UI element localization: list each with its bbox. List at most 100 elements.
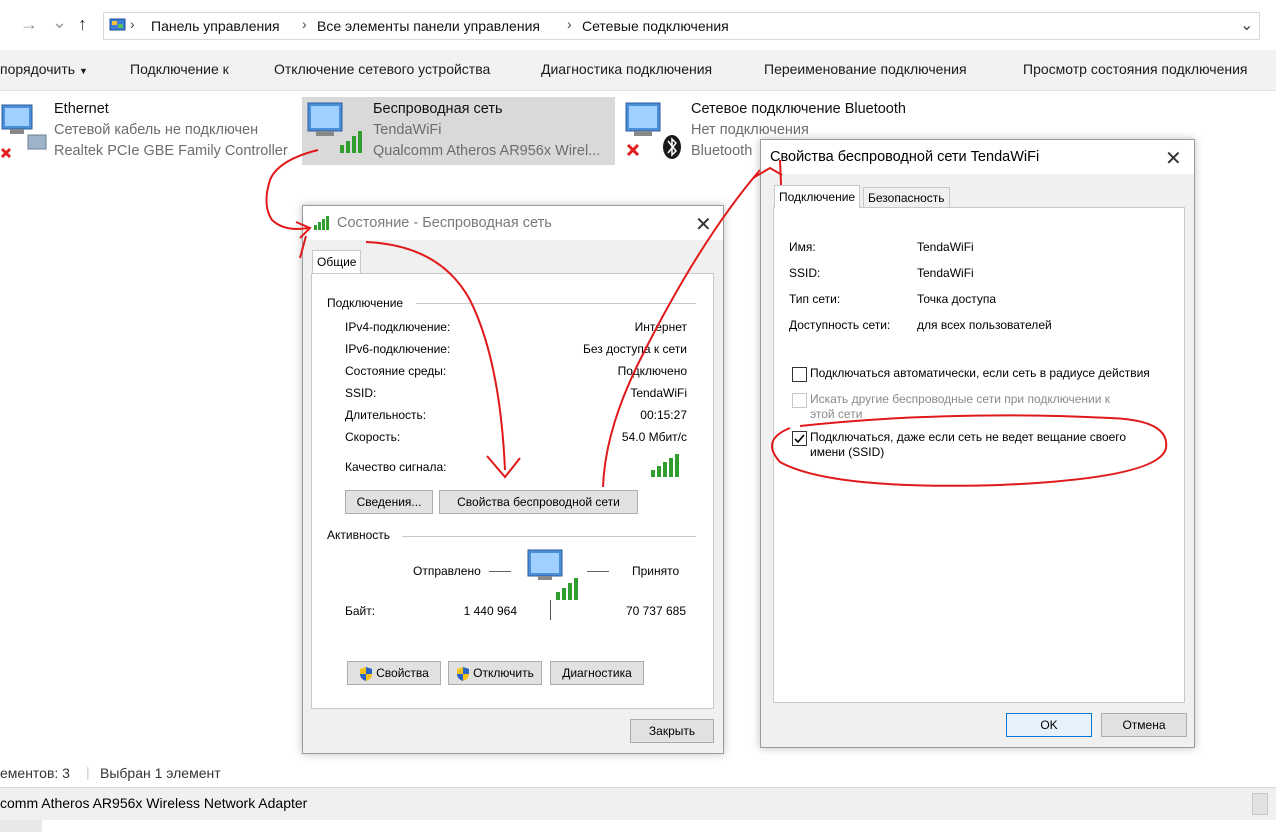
search-other-label-2: этой сети [810,407,863,421]
ipv6-value: Без доступа к сети [583,342,687,356]
signal-bars-icon [651,454,679,477]
control-panel-icon [109,18,126,31]
diagnose-connection-button[interactable]: Диагностика подключения [541,61,712,77]
selection-count: Выбран 1 элемент [100,765,221,781]
connection-panel: Имя: TendaWiFi SSID: TendaWiFi Тип сети:… [773,207,1185,703]
connection-item-ethernet[interactable]: Ethernet Сетевой кабель не подключен Rea… [0,97,290,165]
dialog-titlebar[interactable]: Свойства беспроводной сети TendaWiFi ✕ [761,140,1194,174]
item-count: ементов: 3 [0,765,70,781]
cancel-button[interactable]: Отмена [1101,713,1187,737]
ssid-value: TendaWiFi [630,386,687,400]
properties-button-label: Свойства [376,666,429,680]
close-button[interactable]: Закрыть [630,719,714,743]
dialog-titlebar[interactable]: Состояние - Беспроводная сеть ✕ [303,206,723,240]
media-state-label: Состояние среды: [345,364,447,378]
dialog-title: Состояние - Беспроводная сеть [337,215,552,231]
connection-device: Bluetooth [691,143,753,159]
connection-device: Qualcomm Atheros AR956x Wirel... [373,143,601,159]
divider [416,303,696,304]
ssid-value: TendaWiFi [917,266,974,280]
bytes-received-value: 70 737 685 [625,604,686,618]
properties-button[interactable]: Свойства [347,661,441,685]
breadcrumb-network-connections[interactable]: Сетевые подключения [582,18,729,34]
wireless-properties-button[interactable]: Свойства беспроводной сети [439,490,638,514]
auto-connect-label: Подключаться автоматически, если сеть в … [810,366,1150,380]
tab-security[interactable]: Безопасность [863,187,950,208]
connection-name: Беспроводная сеть [373,101,503,117]
duration-value: 00:15:27 [640,408,687,422]
connection-status: TendaWiFi [373,122,442,138]
ipv6-label: IPv6-подключение: [345,342,451,356]
disable-device-button[interactable]: Отключение сетевого устройства [274,61,490,77]
media-state-value: Подключено [617,364,687,378]
wireless-adapter-icon [307,102,362,153]
activity-section-header: Активность [327,528,391,542]
diagnose-button[interactable]: Диагностика [550,661,644,685]
name-label: Имя: [789,240,816,254]
auto-connect-checkbox[interactable] [792,367,807,382]
tab-general[interactable]: Общие [312,250,362,273]
close-icon[interactable]: ✕ [695,212,712,237]
view-status-button[interactable]: Просмотр состояния подключения [1023,61,1248,77]
disable-button[interactable]: Отключить [448,661,542,685]
rename-connection-button[interactable]: Переименование подключения [764,61,967,77]
uac-shield-icon [457,666,470,681]
connection-device: Realtek PCIe GBE Family Controller [54,143,288,159]
selected-device-name: comm Atheros AR956x Wireless Network Ada… [0,795,308,811]
dropdown-caret-icon: ▼ [78,66,88,76]
ipv4-label: IPv4-подключение: [345,320,451,334]
breadcrumb-separator: › [302,16,307,32]
command-bar: порядочить ▼ Подключение к Отключение се… [0,50,1276,91]
ssid-label: SSID: [789,266,821,280]
general-panel: Подключение IPv4-подключение: Интернет I… [311,273,714,709]
background-strip [0,820,42,832]
up-arrow-icon[interactable]: ↑ [78,14,87,35]
status-dialog: Состояние - Беспроводная сеть ✕ Общие По… [302,205,724,754]
name-value: TendaWiFi [917,240,974,254]
disable-button-label: Отключить [473,666,534,680]
ethernet-adapter-icon [0,104,47,159]
close-icon[interactable]: ✕ [1165,146,1182,171]
connection-item-wireless[interactable]: Беспроводная сеть TendaWiFi Qualcomm Ath… [302,97,615,165]
connection-name: Сетевое подключение Bluetooth [691,101,906,117]
connect-to-button[interactable]: Подключение к [130,61,229,77]
availability-value: для всех пользователей [917,318,1052,332]
speed-label: Скорость: [345,430,401,444]
signal-strength-icon [314,216,329,230]
details-bar: comm Atheros AR956x Wireless Network Ada… [0,787,1276,820]
forward-arrow-icon[interactable]: → [20,14,38,35]
connection-name: Ethernet [54,101,109,117]
connect-hidden-label-2: имени (SSID) [810,445,885,459]
ok-button[interactable]: OK [1006,713,1092,737]
scrollbar[interactable] [1252,793,1268,815]
breadcrumb-all-items[interactable]: Все элементы панели управления [317,18,540,34]
connection-status: Нет подключения [691,122,809,138]
ipv4-value: Интернет [634,320,687,334]
status-bar: ементов: 3 | Выбран 1 элемент [0,762,1276,786]
connect-hidden-ssid-checkbox[interactable] [792,431,807,446]
organize-button[interactable]: порядочить ▼ [0,61,88,77]
address-field[interactable]: › Панель управления › Все элементы панел… [103,12,1260,40]
details-button[interactable]: Сведения... [345,490,433,514]
checkmark-icon [794,434,805,444]
connect-hidden-label: Подключаться, даже если сеть не ведет ве… [810,430,1127,444]
search-other-networks-checkbox[interactable] [792,393,807,408]
tab-connection[interactable]: Подключение [774,185,861,208]
network-type-label: Тип сети: [789,292,841,306]
breadcrumb-control-panel[interactable]: Панель управления [151,18,280,34]
breadcrumb-separator: › [567,16,572,32]
organize-label: порядочить [0,61,76,77]
bytes-divider [550,604,551,620]
address-dropdown-icon[interactable]: ⌄ [1240,15,1253,35]
sent-line [489,571,511,572]
ssid-label: SSID: [345,386,377,400]
dialog-title: Свойства беспроводной сети TendaWiFi [770,149,1040,165]
signal-quality-label: Качество сигнала: [345,460,447,474]
duration-label: Длительность: [345,408,427,422]
recent-dropdown-icon[interactable]: ⌄ [52,12,67,33]
status-divider: | [86,764,90,780]
network-activity-icon [527,549,578,606]
availability-label: Доступность сети: [789,318,891,332]
divider [402,536,696,537]
received-line [587,571,609,572]
